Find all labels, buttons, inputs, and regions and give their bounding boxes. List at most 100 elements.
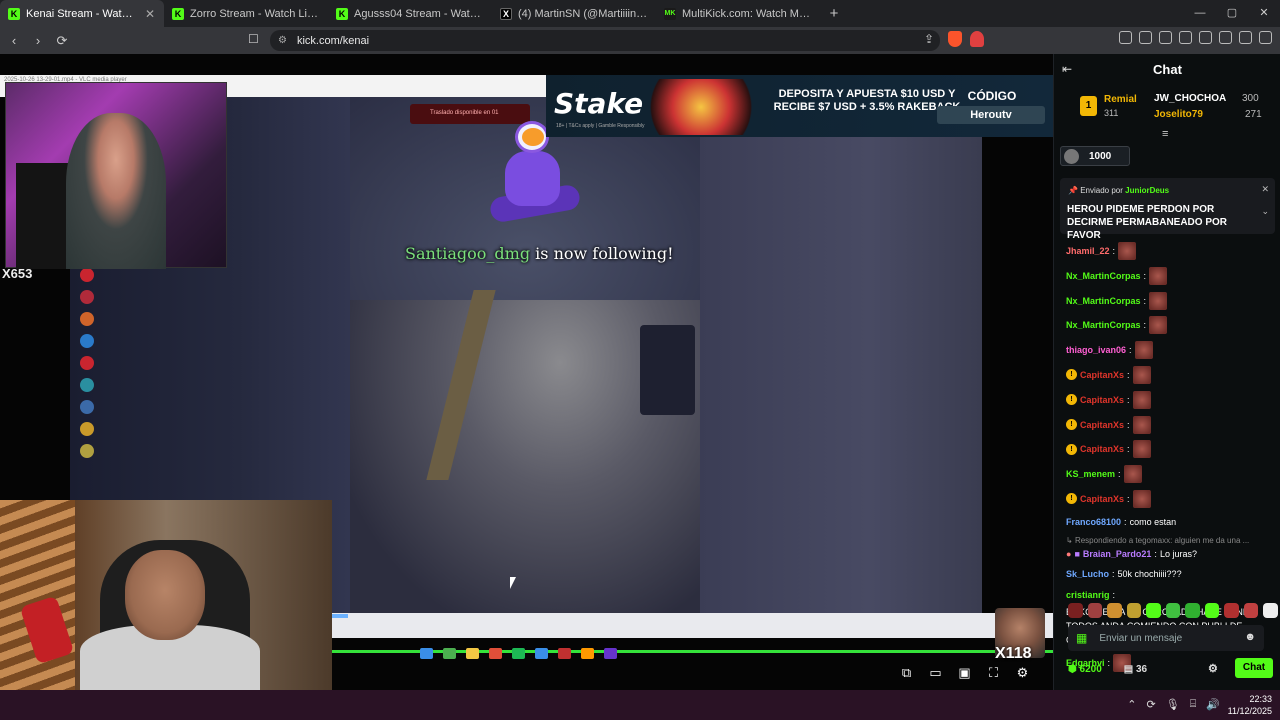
settings-icon[interactable]: ⚙: [1014, 664, 1031, 681]
tab-kenai[interactable]: K Kenai Stream - Watch Live on Kick ✕: [0, 0, 164, 27]
chat-separator: :: [1127, 419, 1130, 430]
brave-shields-icon[interactable]: [948, 31, 962, 47]
emote-button[interactable]: [1126, 603, 1142, 618]
second-gifter-count: 300: [1242, 93, 1259, 104]
chevron-down-icon[interactable]: ⌄: [1261, 206, 1269, 217]
chat-username[interactable]: cristianrig: [1066, 588, 1110, 602]
chat-separator: :: [1118, 469, 1121, 480]
emote-button[interactable]: [1243, 603, 1259, 618]
tab-close-icon[interactable]: ✕: [144, 7, 156, 21]
chat-username[interactable]: Franco68100: [1066, 515, 1121, 529]
share-icon[interactable]: ⇪: [924, 32, 934, 46]
tab-martinsn-x[interactable]: X (4) MartinSN (@Martiiiin5N) / X: [492, 0, 656, 27]
reload-button[interactable]: ⟳: [52, 33, 72, 49]
wallet-icon[interactable]: [1199, 31, 1212, 44]
chat-message: ! CapitanXs:: [1066, 365, 1278, 384]
send-chat-button[interactable]: Chat: [1235, 658, 1273, 678]
second-gifter-name[interactable]: JW_CHOCHOA: [1154, 93, 1226, 104]
emote-button[interactable]: [1107, 603, 1122, 618]
third-gifter-name[interactable]: Joselito79: [1154, 109, 1203, 120]
reply-context-text: Respondiendo a tegomaxx: alguien me da u…: [1074, 535, 1250, 545]
emote-picker-icon[interactable]: ▦: [1076, 631, 1087, 645]
unpin-icon[interactable]: ✕: [1261, 184, 1269, 195]
tab-multikick[interactable]: MK MultiKick.com: Watch Multiple Streams: [656, 0, 820, 27]
emote-button[interactable]: [1165, 603, 1181, 618]
chat-username[interactable]: Nx_MartinCorpas: [1066, 269, 1141, 283]
channel-points[interactable]: ⬢ 6200: [1068, 664, 1102, 675]
chat-settings-icon[interactable]: ⚙: [1208, 662, 1218, 675]
chat-username[interactable]: CapitanXs: [1080, 393, 1124, 407]
subscriber-badge-icon: !: [1066, 443, 1077, 455]
app-icon: [558, 648, 571, 659]
emote-button[interactable]: [1224, 603, 1239, 618]
media-icon[interactable]: [1159, 31, 1172, 44]
smile-icon[interactable]: ☻: [1244, 631, 1256, 643]
chat-username[interactable]: CapitanXs: [1080, 492, 1124, 506]
minimize-button[interactable]: —: [1184, 0, 1216, 27]
sync-icon[interactable]: ⟳: [1147, 698, 1156, 711]
chat-username[interactable]: CapitanXs: [1080, 442, 1124, 456]
new-tab-button[interactable]: +: [824, 5, 844, 22]
brave-rewards-icon[interactable]: [970, 31, 984, 47]
fullscreen-icon[interactable]: ⛶: [985, 664, 1002, 681]
tab-agusss04[interactable]: K Agusss04 Stream - Watch Live on Kick: [328, 0, 492, 27]
maximize-button[interactable]: ▢: [1216, 0, 1248, 27]
chat-username[interactable]: Jhamil_22: [1066, 244, 1110, 258]
gift-goal-chip[interactable]: 1000: [1060, 146, 1130, 166]
filter-icon[interactable]: ≡: [1162, 128, 1168, 140]
mic-icon[interactable]: 🎙: [1166, 698, 1180, 711]
tab-title: Agusss04 Stream - Watch Live on Kick: [354, 7, 484, 20]
chat-separator: :: [1143, 320, 1147, 331]
emote-button[interactable]: [1087, 603, 1103, 618]
chat-username[interactable]: Nx_MartinCorpas: [1066, 318, 1141, 332]
collapse-chat-icon[interactable]: ⇤: [1062, 62, 1072, 76]
chat-username[interactable]: CapitanXs: [1080, 368, 1124, 382]
emote-button[interactable]: [1146, 603, 1161, 618]
emote-button[interactable]: [1263, 603, 1279, 618]
health-icon: [80, 268, 94, 282]
chat-username[interactable]: CapitanXs: [1080, 418, 1124, 432]
emote-button[interactable]: [1204, 603, 1220, 618]
volume-icon[interactable]: 🔊: [1206, 698, 1220, 711]
chat-input-placeholder: Enviar un mensaje: [1099, 632, 1183, 644]
pip-icon[interactable]: ⧉: [898, 664, 915, 681]
screenshot-icon[interactable]: [1139, 31, 1152, 44]
pinned-author[interactable]: JuniorDeus: [1125, 186, 1169, 195]
menu-icon[interactable]: [1259, 31, 1272, 44]
sponsor-banner[interactable]: Stake 18+ | T&Cs apply | Gamble Responsi…: [546, 75, 1053, 137]
close-window-button[interactable]: ✕: [1248, 0, 1280, 27]
emote-icon: [1132, 390, 1151, 409]
sidebar-icon[interactable]: [1179, 31, 1192, 44]
chat-username[interactable]: Braian_Pardo21: [1083, 547, 1152, 561]
x-favicon-icon: X: [500, 7, 512, 20]
chat-username[interactable]: Sk_Lucho: [1066, 567, 1109, 581]
chat-message: ● ■ Braian_Pardo21: Lo juras?: [1066, 547, 1278, 561]
embedded-progress: [332, 614, 348, 618]
forward-button[interactable]: ›: [28, 33, 48, 48]
chat-input[interactable]: ▦ Enviar un mensaje ☻: [1068, 625, 1264, 651]
top-gifter-name[interactable]: Remial: [1104, 94, 1137, 105]
top-gifter-count: 311: [1104, 108, 1119, 118]
miniplayer-icon[interactable]: ▣: [956, 664, 973, 681]
chat-username[interactable]: KS_menem: [1066, 467, 1115, 481]
url-field[interactable]: ⚙ kick.com/kenai: [270, 30, 940, 51]
chevron-up-icon[interactable]: ⌃: [1127, 698, 1136, 711]
chat-username[interactable]: Nx_MartinCorpas: [1066, 294, 1141, 308]
bookmark-icon[interactable]: ☐: [248, 32, 259, 46]
spotify-icon: [512, 648, 525, 659]
leo-ai-icon[interactable]: [1219, 31, 1232, 44]
vpn-icon[interactable]: [1239, 31, 1252, 44]
back-button[interactable]: ‹: [4, 33, 24, 48]
site-info-icon[interactable]: ⚙: [278, 35, 287, 46]
emote-button[interactable]: [1068, 603, 1083, 618]
chat-username[interactable]: thiago_ivan06: [1066, 343, 1126, 357]
emote-button[interactable]: [1185, 603, 1200, 618]
extensions-icon[interactable]: [1119, 31, 1132, 44]
chat-separator: :: [1124, 516, 1127, 527]
chat-message: thiago_ivan06:: [1066, 341, 1278, 360]
stress-icon: [80, 356, 94, 370]
theater-icon[interactable]: ▭: [927, 664, 944, 681]
clock[interactable]: 22:33 11/12/2025: [1228, 693, 1272, 717]
tab-zorro[interactable]: K Zorro Stream - Watch Live on Kick: [164, 0, 328, 27]
network-icon[interactable]: ⌸: [1190, 698, 1197, 711]
